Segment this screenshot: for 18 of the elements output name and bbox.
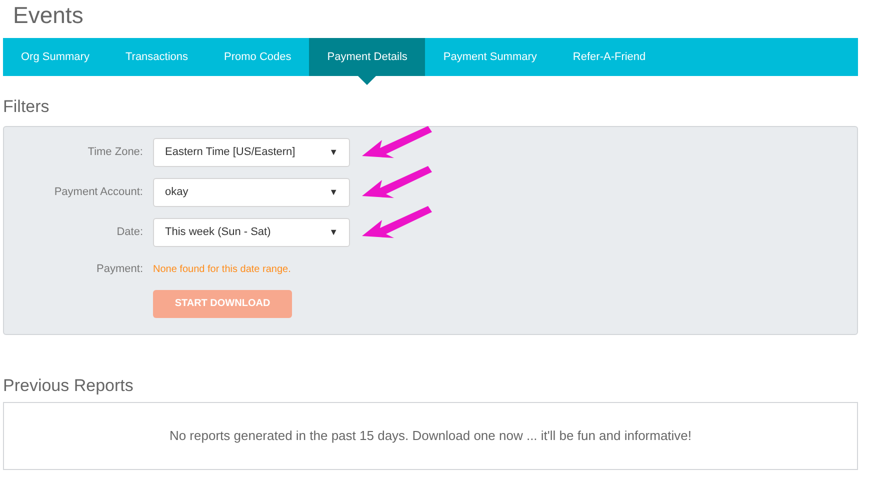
dropdown-field[interactable]: Eastern Time [US/Eastern] ▼: [153, 138, 350, 167]
field-label: Payment Account:: [53, 185, 143, 200]
status-message: None found for this date range.: [153, 262, 291, 277]
field-label: Payment:: [96, 262, 143, 277]
dropdown-field[interactable]: okay ▼: [153, 178, 350, 207]
section-heading: Filters: [3, 96, 50, 118]
tab[interactable]: Transactions: [107, 38, 206, 76]
tab[interactable]: Payment Summary: [425, 38, 555, 76]
tab[interactable]: Org Summary: [3, 38, 108, 76]
page-title: Events: [13, 2, 84, 28]
field-label: Date:: [116, 225, 143, 240]
section-heading: Previous Reports: [3, 375, 134, 397]
empty-message: No reports generated in the past 15 days. Download one now ... it'll be fun and informative!: [169, 427, 692, 446]
tab-pointer-icon: [358, 76, 376, 85]
tab[interactable]: Refer-A-Friend: [554, 38, 664, 76]
dropdown-field[interactable]: This week (Sun - Sat) ▼: [153, 218, 350, 247]
tab[interactable]: Promo Codes: [206, 38, 310, 76]
field-label: Time Zone:: [86, 145, 143, 160]
